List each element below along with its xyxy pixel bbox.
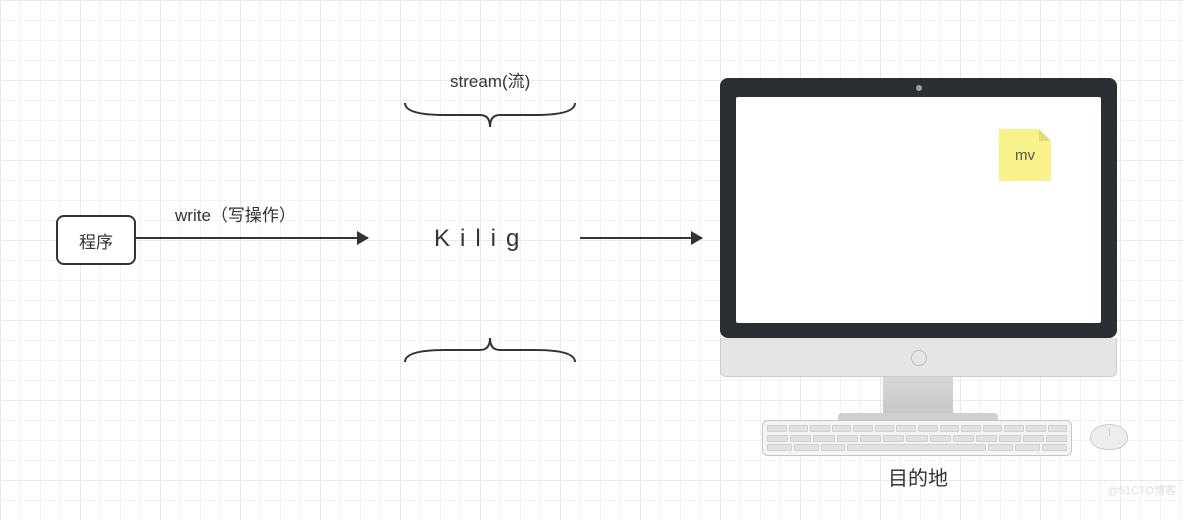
arrow-program-to-stream <box>136 237 368 239</box>
stream-top-label: stream(流) <box>450 67 530 92</box>
monitor-screen: mv <box>736 97 1101 323</box>
brace-bottom-icon <box>400 335 580 365</box>
brace-top-icon <box>400 100 580 130</box>
arrow-stream-to-dest <box>580 237 702 239</box>
monitor-chin <box>720 338 1117 377</box>
monitor-neck <box>883 377 953 413</box>
monitor-bezel: mv <box>720 78 1117 338</box>
diagram-canvas: 程序 write（写操作） stream(流) Kilig mv <box>0 0 1184 520</box>
camera-icon <box>916 85 922 91</box>
keyboard-icon <box>762 420 1072 456</box>
program-node: 程序 <box>56 215 136 265</box>
destination-label: 目的地 <box>888 462 948 491</box>
destination-computer: mv <box>720 78 1115 421</box>
watermark-text: @51CTO博客 <box>1108 482 1176 498</box>
mouse-icon <box>1090 424 1128 450</box>
note-text: mv <box>1015 147 1035 164</box>
monitor-logo-icon <box>911 350 927 366</box>
note-fold-icon <box>1039 129 1051 141</box>
program-label: 程序 <box>79 228 113 253</box>
stream-center-text: Kilig <box>434 225 529 253</box>
arrow-write-label: write（写操作） <box>175 201 296 226</box>
